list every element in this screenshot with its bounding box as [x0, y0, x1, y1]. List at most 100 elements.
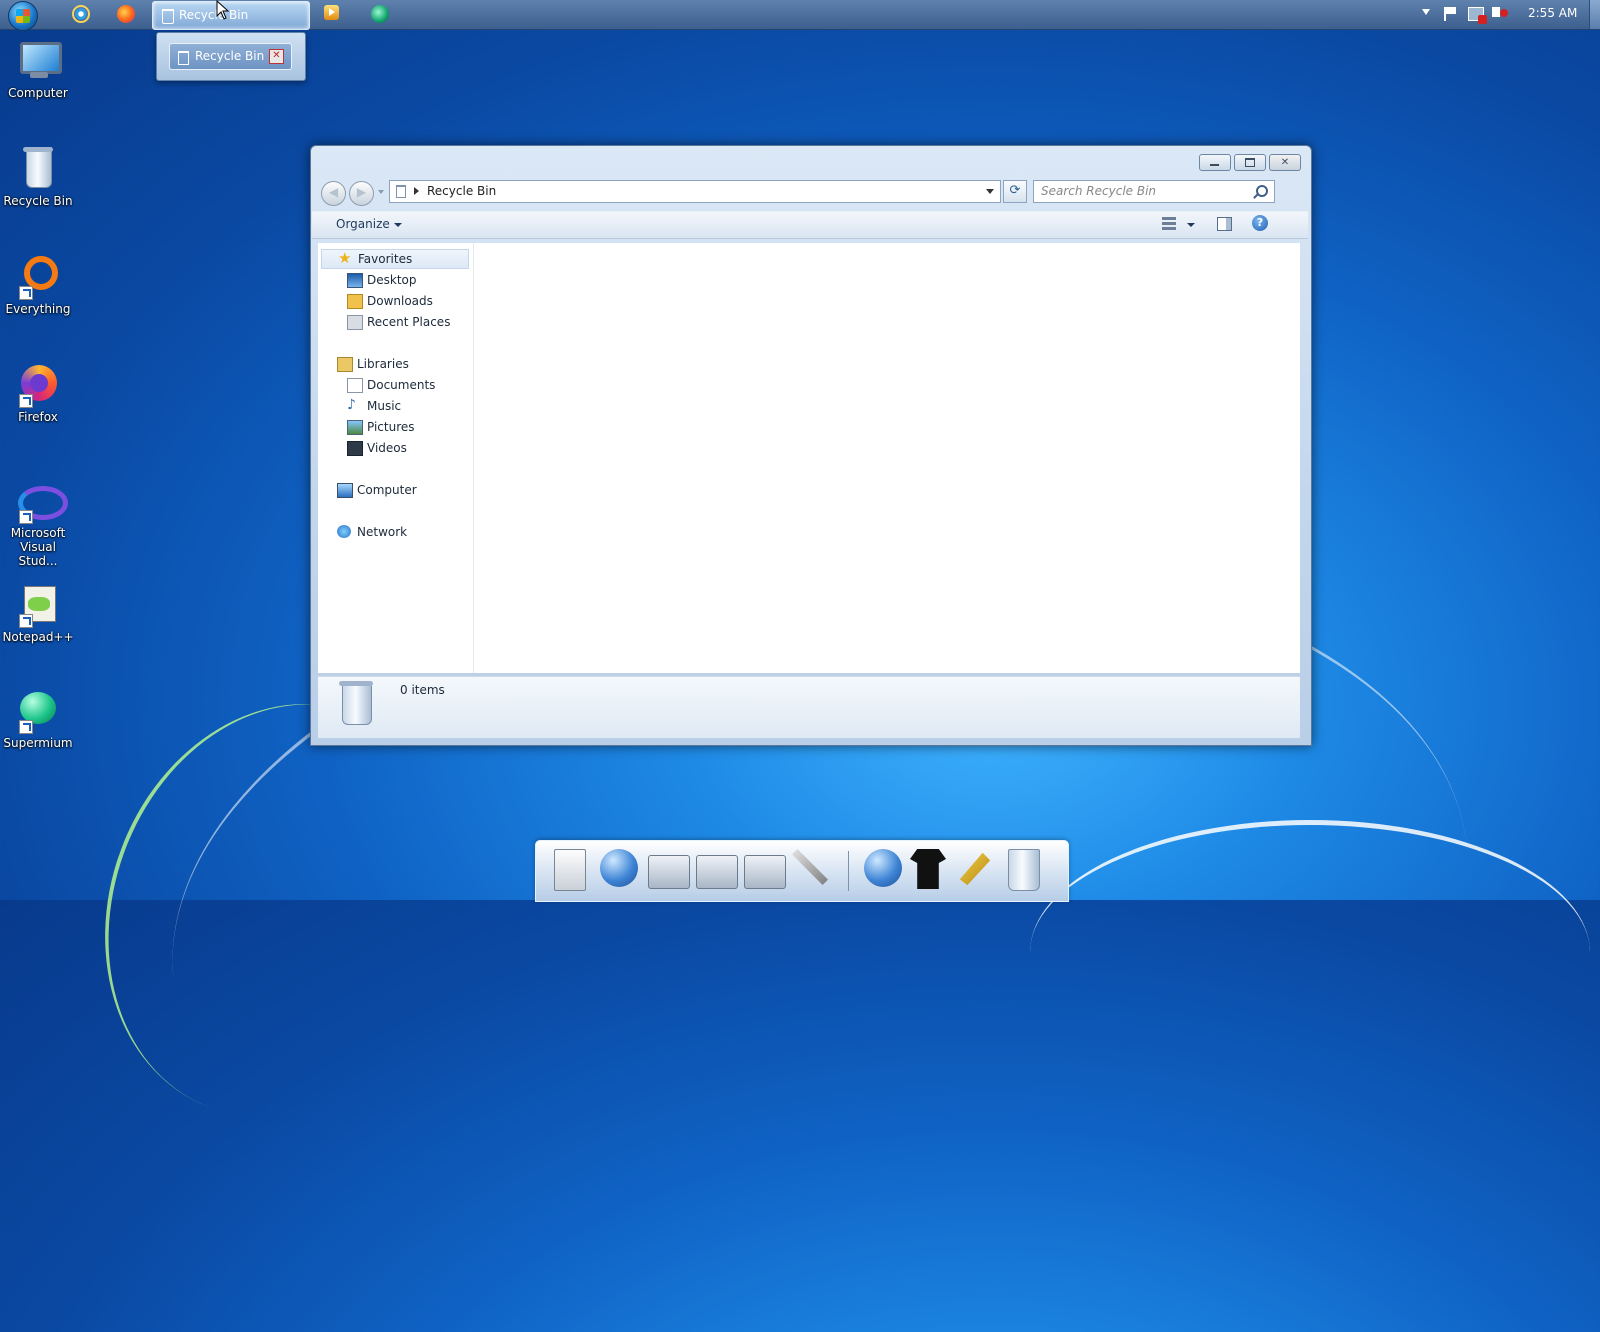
star-icon: ★	[338, 249, 352, 267]
pictures-icon	[347, 420, 363, 435]
shortcut-arrow-icon	[19, 720, 33, 734]
desktop-icon-supermium[interactable]: Supermium	[2, 688, 74, 750]
recycle-bin-icon[interactable]	[1008, 849, 1040, 891]
nav-label: Downloads	[367, 294, 433, 308]
desktop-icon-firefox[interactable]: Firefox	[2, 362, 74, 424]
taskbar-item-recycle-bin[interactable]: Recycle Bin	[152, 1, 310, 30]
nav-label: Recent Places	[367, 315, 451, 329]
search-icon[interactable]	[1256, 185, 1268, 197]
show-hidden-icons-icon[interactable]	[1422, 9, 1430, 15]
thumbnail-close-button[interactable]: ✕	[269, 49, 284, 64]
nav-label: Music	[367, 399, 402, 413]
recent-pages-dropdown[interactable]	[378, 190, 384, 194]
nav-label: Videos	[367, 441, 407, 455]
back-button[interactable]: ◀	[321, 181, 346, 206]
taskbar: Recycle Bin 2:55 AM	[0, 0, 1600, 31]
recycle-bin-icon	[396, 185, 406, 198]
thumbnail-label: Recycle Bin	[195, 49, 265, 63]
organize-button[interactable]: Organize	[336, 217, 402, 231]
computer-icon	[337, 483, 353, 498]
documents-icon	[347, 378, 363, 393]
minimize-button[interactable]	[1199, 154, 1231, 171]
files-folder-icon[interactable]	[648, 855, 690, 889]
network-globe-icon[interactable]	[600, 849, 638, 887]
windows-logo-icon	[16, 9, 30, 23]
organize-label: Organize	[336, 217, 390, 231]
desktop-icon-everything[interactable]: Everything	[2, 254, 74, 316]
window-controls	[1199, 154, 1301, 171]
address-history-dropdown[interactable]	[986, 189, 994, 194]
nav-label: Libraries	[357, 357, 409, 371]
recycle-bin-icon	[162, 9, 174, 24]
desktop-icon	[347, 273, 363, 288]
everything-icon	[24, 256, 58, 290]
tshirt-icon[interactable]	[910, 849, 946, 889]
clock[interactable]: 2:55 AM	[1528, 6, 1577, 20]
desktop-icon-notepad-plus-plus[interactable]: Notepad++	[2, 582, 74, 644]
desktop-icon-label: Computer	[8, 86, 68, 100]
view-options-dropdown[interactable]	[1187, 223, 1195, 227]
videos-icon	[347, 441, 363, 456]
details-pane: 0 items	[318, 676, 1300, 738]
desktop-icon-label: Firefox	[18, 410, 58, 424]
shortcut-arrow-icon	[19, 286, 33, 300]
media-player-icon[interactable]	[324, 5, 339, 20]
internet-globe-icon[interactable]	[864, 849, 902, 887]
wallpaper-swoosh-right	[1030, 820, 1590, 1085]
desktop-icon-visual-studio[interactable]: Microsoft Visual Stud...	[2, 478, 74, 568]
file-list-area[interactable]	[474, 243, 1300, 673]
downloads-folder-icon	[347, 294, 363, 309]
start-button[interactable]	[8, 1, 38, 31]
taskbar-item-label: Recycle Bin	[179, 8, 249, 22]
music-icon: ♪	[347, 397, 356, 413]
pictures-folder-icon[interactable]	[744, 855, 786, 889]
close-button[interactable]	[1269, 154, 1301, 171]
thumbnail-item[interactable]: Recycle Bin ✕	[169, 43, 292, 70]
nav-label: Documents	[367, 378, 436, 392]
volume-muted-icon[interactable]	[1492, 7, 1508, 17]
firefox-icon[interactable]	[117, 5, 135, 23]
breadcrumb-separator-icon[interactable]	[414, 187, 419, 195]
help-icon[interactable]: ?	[1252, 215, 1268, 231]
maximize-button[interactable]	[1234, 154, 1266, 171]
document-icon[interactable]	[554, 849, 586, 891]
desktop-icon-computer[interactable]: Computer	[2, 38, 74, 100]
open-folder-icon[interactable]	[696, 855, 738, 889]
nav-label: Network	[357, 525, 408, 539]
recent-places-icon	[347, 315, 363, 330]
desktop-icon-recycle-bin[interactable]: Recycle Bin	[2, 146, 74, 208]
search-placeholder: Search Recycle Bin	[1041, 184, 1157, 198]
nav-label: Desktop	[367, 273, 417, 287]
network-icon	[337, 525, 351, 538]
explorer-window: ◀ ▶ Recycle Bin ⟳ Search Recycle Bin Org…	[310, 145, 1312, 746]
libraries-icon	[337, 357, 353, 372]
refresh-button[interactable]: ⟳	[1003, 180, 1027, 203]
recycle-bin-icon	[178, 51, 189, 65]
breadcrumb-recycle-bin[interactable]: Recycle Bin	[427, 184, 496, 198]
change-view-icon[interactable]	[1162, 217, 1176, 231]
wrench-icon[interactable]	[959, 852, 991, 886]
computer-icon	[20, 42, 62, 74]
dock-separator	[848, 851, 849, 891]
forward-button[interactable]: ▶	[349, 181, 374, 206]
shortcut-arrow-icon	[19, 510, 33, 524]
tools-icon[interactable]	[792, 849, 828, 885]
nav-label: Pictures	[367, 420, 415, 434]
supermium-icon[interactable]	[371, 5, 389, 23]
nav-favorites[interactable]: ★ Favorites	[321, 249, 469, 269]
preview-pane-icon[interactable]	[1217, 217, 1232, 231]
internet-explorer-icon[interactable]	[72, 5, 90, 23]
item-count: 0 items	[400, 683, 445, 697]
recycle-bin-icon	[26, 150, 52, 188]
back-arrow-icon: ◀	[328, 185, 339, 199]
shortcut-arrow-icon	[19, 394, 33, 408]
taskbar-thumbnail-preview[interactable]: Recycle Bin ✕	[156, 32, 306, 81]
navigation-pane: ★ Favorites Desktop Downloads Recent Pla…	[318, 243, 474, 673]
nav-label: Computer	[357, 483, 417, 497]
search-input[interactable]: Search Recycle Bin	[1033, 180, 1275, 203]
desktop-icon-label: Supermium	[3, 736, 73, 750]
address-bar[interactable]: Recycle Bin	[389, 180, 1001, 203]
action-center-flag-icon[interactable]	[1444, 7, 1456, 21]
show-desktop-button[interactable]	[1589, 0, 1600, 29]
network-status-icon[interactable]	[1468, 7, 1487, 24]
